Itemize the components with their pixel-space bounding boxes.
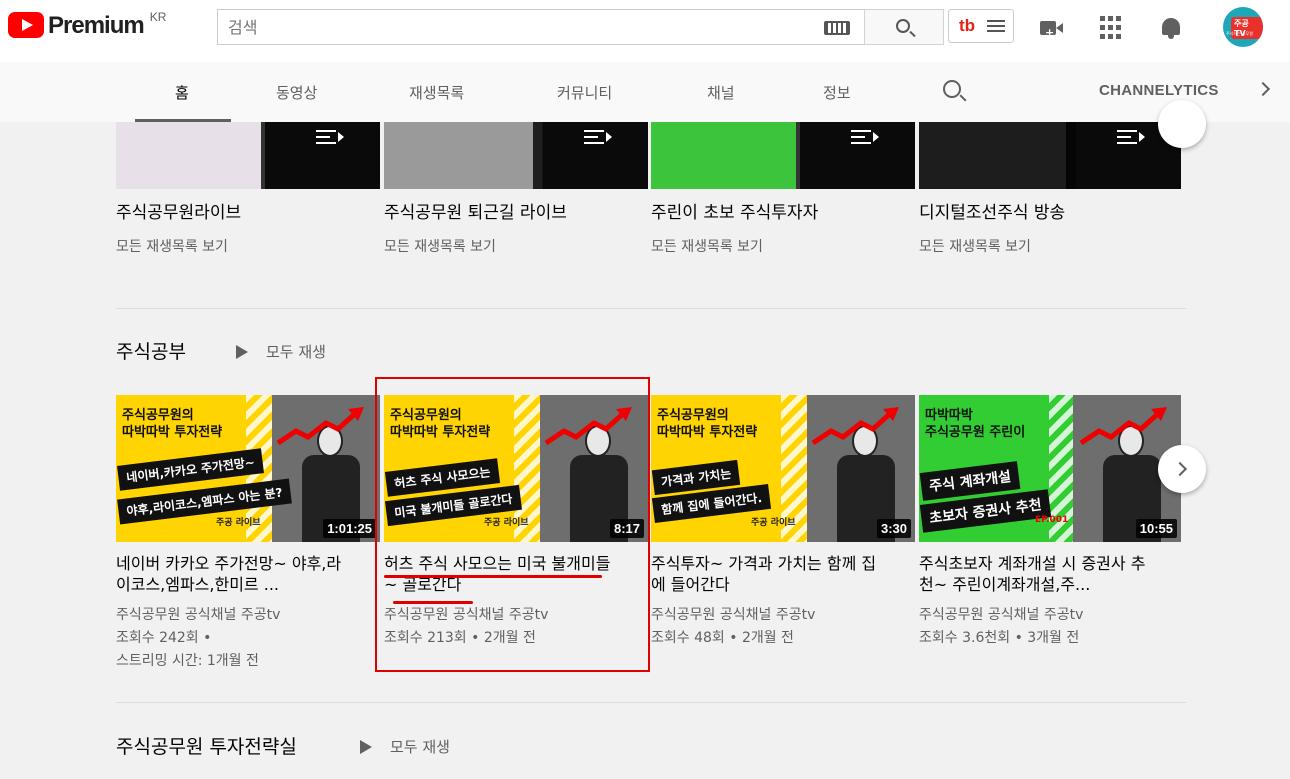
playlist-icon bbox=[851, 130, 879, 144]
tab-community[interactable]: 커뮤니티 bbox=[557, 82, 612, 103]
tubebuddy-icon: tb bbox=[959, 16, 976, 35]
create-video-icon[interactable]: + bbox=[1038, 16, 1064, 40]
view-full-playlist-link[interactable]: 모든 재생목록 보기 bbox=[651, 236, 763, 256]
section-divider bbox=[116, 308, 1186, 309]
tab-playlists[interactable]: 재생목록 bbox=[409, 82, 464, 103]
avatar[interactable]: 주공TV 주식하는 공무원 bbox=[1223, 7, 1263, 47]
playlist-title[interactable]: 디지털조선주식 방송 bbox=[919, 198, 1065, 223]
playlist-title[interactable]: 주린이 초보 주식투자자 bbox=[651, 198, 818, 223]
channel-name[interactable]: 주식공무원 공식채널 주공tv bbox=[919, 605, 1083, 625]
tab-channels[interactable]: 채널 bbox=[707, 82, 735, 103]
channel-tabs: 홈 동영상 재생목록 커뮤니티 채널 정보 CHANNELYTICS bbox=[0, 62, 1290, 122]
view-full-playlist-link[interactable]: 모든 재생목록 보기 bbox=[919, 236, 1031, 256]
apps-grid-icon[interactable] bbox=[1100, 16, 1126, 40]
channel-search-icon[interactable] bbox=[943, 80, 961, 98]
video-duration: 10:55 bbox=[1135, 519, 1177, 538]
notifications-bell-icon[interactable] bbox=[1160, 16, 1186, 40]
menu-icon bbox=[987, 20, 1005, 32]
video-duration: 3:30 bbox=[876, 519, 911, 538]
view-full-playlist-link[interactable]: 모든 재생목록 보기 bbox=[384, 236, 496, 256]
tab-home[interactable]: 홈 bbox=[175, 82, 189, 103]
search-button[interactable] bbox=[864, 9, 944, 45]
playlist-icon bbox=[584, 130, 612, 144]
video-thumbnail[interactable]: 주식공무원의 따박따박 투자전략 네이버,카카오 주가전망~ 야후,라이코스,엠… bbox=[116, 395, 380, 542]
play-icon bbox=[360, 739, 372, 754]
search-input[interactable] bbox=[218, 10, 798, 44]
tubebuddy-button[interactable]: tb bbox=[948, 9, 1014, 43]
play-icon bbox=[236, 344, 248, 359]
tab-about[interactable]: 정보 bbox=[823, 82, 851, 103]
play-all-button[interactable]: 모두 재생 bbox=[236, 341, 326, 362]
trend-arrow-icon bbox=[276, 407, 364, 445]
video-thumbnail[interactable]: 따박따박 주식공무원 주린이 주식 계좌개설 초보자 증권사 추천 EP.001… bbox=[919, 395, 1181, 542]
thumbnail-brand: 주공 라이브 bbox=[216, 518, 261, 528]
tab-channelytics[interactable]: CHANNELYTICS bbox=[1099, 82, 1219, 99]
playlist-title[interactable]: 주식공무원라이브 bbox=[116, 198, 241, 223]
masthead: Premium KR tb + 주공TV 주식하는 공무원 bbox=[0, 0, 1290, 62]
channel-name[interactable]: 주식공무원 공식채널 주공tv bbox=[651, 605, 815, 625]
thumbnail-headline: 주식공무원의 따박따박 투자전략 bbox=[122, 408, 223, 440]
logo-text: Premium bbox=[48, 12, 145, 39]
search-icon bbox=[896, 19, 910, 33]
carousel-next-button[interactable] bbox=[1158, 445, 1206, 493]
stream-time: 스트리밍 시간: 1개월 전 bbox=[116, 653, 259, 669]
play-all-button[interactable]: 모두 재생 bbox=[360, 736, 450, 757]
thumbnail-brand: EP.001 bbox=[1035, 515, 1069, 525]
trend-arrow-icon bbox=[1079, 407, 1167, 445]
thumbnail-headline: 주식공무원의 따박따박 투자전략 bbox=[657, 408, 758, 440]
playlist-thumbnail[interactable] bbox=[116, 122, 380, 189]
section-title[interactable]: 주식공부 bbox=[116, 337, 186, 364]
carousel-next-button[interactable] bbox=[1158, 100, 1206, 148]
highlight-box bbox=[375, 377, 650, 672]
playlist-thumbnail[interactable] bbox=[384, 122, 648, 189]
channel-name[interactable]: 주식공무원 공식채널 주공tv bbox=[116, 605, 280, 625]
youtube-premium-logo[interactable]: Premium KR bbox=[8, 10, 167, 40]
video-title[interactable]: 네이버 카카오 주가전망~ 야후,라이코스,엠파스,한미르 ... bbox=[116, 553, 352, 595]
video-title[interactable]: 주식투자~ 가격과 가치는 함께 집에 들어간다 bbox=[651, 553, 887, 595]
highlight-underline bbox=[384, 575, 602, 578]
trend-arrow-icon bbox=[811, 407, 899, 445]
play-all-label: 모두 재생 bbox=[266, 343, 326, 361]
video-title[interactable]: 주식초보자 계좌개설 시 증권사 추천~ 주린이계좌개설,주... bbox=[919, 553, 1155, 595]
video-duration: 1:01:25 bbox=[323, 519, 376, 538]
playlist-thumbnail[interactable] bbox=[919, 122, 1181, 189]
play-all-label: 모두 재생 bbox=[390, 738, 450, 756]
search-box bbox=[217, 9, 865, 45]
video-thumbnail[interactable]: 주식공무원의 따박따박 투자전략 가격과 가치는 함께 집에 들어간다. 주공 … bbox=[651, 395, 915, 542]
view-count: 조회수 242회 • bbox=[116, 630, 212, 646]
view-count: 조회수 3.6천회 • 3개월 전 bbox=[919, 630, 1080, 646]
playlist-icon bbox=[1117, 130, 1145, 144]
tab-videos[interactable]: 동영상 bbox=[276, 82, 317, 103]
view-count: 조회수 48회 • 2개월 전 bbox=[651, 630, 794, 646]
playlist-icon bbox=[316, 130, 344, 144]
logo-country: KR bbox=[149, 10, 167, 24]
thumbnail-headline: 따박따박 주식공무원 주린이 bbox=[925, 408, 1026, 440]
section-divider bbox=[116, 702, 1186, 703]
chevron-right-icon[interactable] bbox=[1255, 81, 1271, 97]
highlight-underline bbox=[393, 601, 473, 604]
playlist-thumbnail[interactable] bbox=[651, 122, 915, 189]
view-full-playlist-link[interactable]: 모든 재생목록 보기 bbox=[116, 236, 228, 256]
keyboard-icon[interactable] bbox=[824, 21, 850, 35]
thumbnail-brand: 주공 라이브 bbox=[751, 518, 796, 528]
section-title[interactable]: 주식공무원 투자전략실 bbox=[116, 732, 297, 759]
youtube-play-icon bbox=[8, 12, 44, 38]
playlist-title[interactable]: 주식공무원 퇴근길 라이브 bbox=[384, 198, 567, 223]
